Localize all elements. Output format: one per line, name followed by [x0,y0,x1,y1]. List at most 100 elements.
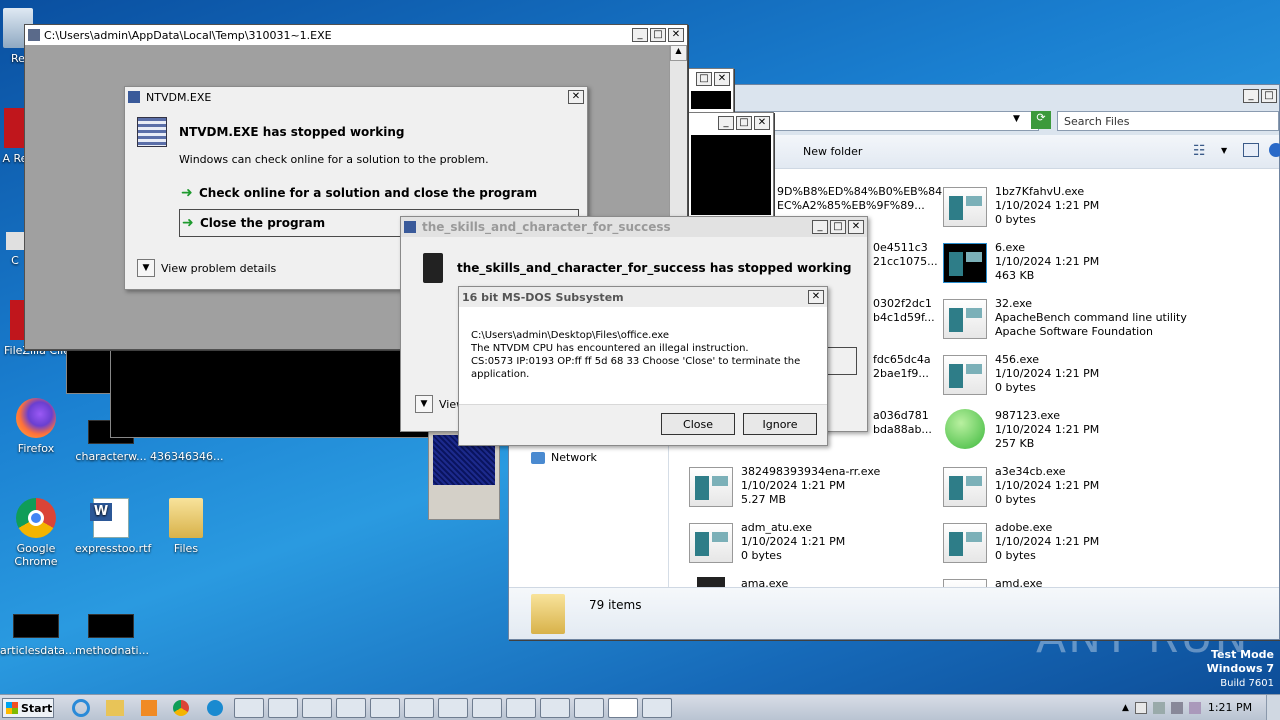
taskbar-window-button[interactable] [608,698,638,718]
file-size: 0 bytes [995,213,1036,226]
file-item[interactable]: adm_atu.exe 1/10/2024 1:21 PM 0 bytes [689,521,939,573]
file-item[interactable]: 456.exe 1/10/2024 1:21 PM 0 bytes [943,353,1193,405]
taskbar-window-button[interactable] [370,698,400,718]
desktop-icon-label: Google Chrome [14,542,58,568]
preview-pane-icon[interactable] [1243,143,1259,157]
view-problem-details-toggle[interactable]: ▼ View problem details [137,259,276,277]
file-date: 1/10/2024 1:21 PM [995,255,1100,268]
desktop-icon-files-folder[interactable]: Files [150,498,222,555]
file-item[interactable]: 382498393934ena-rr.exe 1/10/2024 1:21 PM… [689,465,939,517]
minimize-button[interactable]: _ [632,28,648,42]
exe-file-icon [943,523,987,563]
taskbar-window-button[interactable] [404,698,434,718]
file-item[interactable]: a3e34cb.exe 1/10/2024 1:21 PM 0 bytes [943,465,1193,517]
network-nav-item[interactable]: Network [531,451,597,464]
file-size: 5.27 MB [741,493,787,506]
desktop-icon-label: characterw... [75,450,147,463]
taskbar-window-button[interactable] [336,698,366,718]
network-icon [531,451,545,464]
chevron-down-icon[interactable]: ▼ [1013,114,1020,124]
maximize-button[interactable]: □ [1261,89,1277,103]
media-player-taskbar-icon[interactable] [134,698,164,718]
partial-name: b4c1d59f... [873,311,935,324]
clock[interactable]: 1:21 PM [1204,701,1256,714]
refresh-icon[interactable]: ⟳ [1031,111,1051,129]
explorer-taskbar-icon[interactable] [100,698,130,718]
message-registers: CS:0573 IP:0193 OP:ff ff 5d 68 33 Choose… [471,356,801,367]
file-date: 1/10/2024 1:21 PM [741,535,846,548]
details-pane: 79 items [509,587,1279,639]
minimize-button[interactable]: _ [1243,89,1259,103]
message-panel: C:\Users\admin\Desktop\Files\office.exe … [459,307,827,405]
volume-icon[interactable] [1170,702,1183,714]
chrome-taskbar-icon[interactable] [166,698,196,718]
taskbar-window-button[interactable] [642,698,672,718]
file-item[interactable]: adobe.exe 1/10/2024 1:21 PM 0 bytes [943,521,1193,573]
maximize-button[interactable]: □ [736,116,752,130]
show-desktop-button[interactable] [1266,695,1280,720]
close-button[interactable]: ✕ [808,290,824,304]
network-tray-icon[interactable] [1152,702,1165,714]
dialog-heading: the_skills_and_character_for_success has… [457,261,852,275]
taskbar-window-button[interactable] [302,698,332,718]
file-size: 463 KB [995,269,1035,282]
file-name: a3e34cb.exe [995,465,1066,478]
file-item[interactable]: 1bz7KfahvU.exe 1/10/2024 1:21 PM 0 bytes [943,185,1193,237]
close-button[interactable]: Close [661,413,735,435]
file-size: 0 bytes [741,549,782,562]
internet-explorer-taskbar-icon[interactable] [66,698,96,718]
chevron-down-icon[interactable]: ▼ [1221,146,1227,155]
close-button[interactable]: ✕ [668,28,684,42]
flag-icon[interactable] [1188,702,1201,714]
taskbar-window-button[interactable] [234,698,264,718]
file-item[interactable]: 987123.exe 1/10/2024 1:21 PM 257 KB [943,409,1193,461]
network-label: Network [551,451,597,464]
file-name: 32.exe [995,297,1033,310]
taskbar-window-button[interactable] [506,698,536,718]
file-description: ApacheBench command line utility [995,311,1187,324]
taskbar-window-button[interactable] [268,698,298,718]
minimize-button[interactable]: _ [812,220,828,234]
maximize-button[interactable]: □ [696,72,712,86]
check-online-option[interactable]: ➜ Check online for a solution and close … [181,185,537,201]
taskbar-window-button[interactable] [574,698,604,718]
windows-logo-icon [6,702,18,714]
program-icon [423,253,443,283]
close-button[interactable]: ✕ [754,116,770,130]
action-center-flag-icon[interactable] [1134,702,1147,714]
file-size: 257 KB [995,437,1035,450]
ignore-button[interactable]: Ignore [743,413,817,435]
taskbar-window-button[interactable] [438,698,468,718]
close-button[interactable]: ✕ [714,72,730,86]
system-tray: ▲ [1122,698,1202,718]
chevron-up-icon[interactable]: ▲ [1122,703,1129,713]
maximize-button[interactable]: □ [830,220,846,234]
chevron-down-icon: ▼ [415,395,433,413]
maximize-button[interactable]: □ [650,28,666,42]
file-item[interactable]: 32.exe ApacheBench command line utility … [943,297,1193,349]
word-document-icon: W [90,498,129,538]
start-button[interactable]: Start [2,698,54,718]
desktop-icon-436346346[interactable]: 436346346... [150,436,223,463]
new-folder-button[interactable]: New folder [803,145,862,158]
green-arrow-icon: ➜ [182,215,194,231]
view-options-icon[interactable]: ☷ [1193,143,1206,159]
minimize-button[interactable]: _ [718,116,734,130]
firefox-icon [16,398,56,438]
close-button[interactable]: ✕ [848,220,864,234]
desktop-icon-expresstoo-rtf[interactable]: W expresstoo.rtf [75,498,151,555]
help-icon[interactable] [1269,143,1280,157]
desktop-icon-methodnati[interactable]: methodnati... [75,606,149,657]
desktop-icon-chrome[interactable]: Google Chrome [0,498,72,568]
search-input[interactable]: Search Files [1057,111,1279,131]
desktop-icon-firefox[interactable]: Firefox [0,398,72,455]
desktop-icon-articlesdata[interactable]: articlesdata... [0,606,76,657]
console-app-icon [943,243,987,283]
close-button[interactable]: ✕ [568,90,584,104]
taskbar-window-button[interactable] [540,698,570,718]
edge-taskbar-icon[interactable] [200,698,230,718]
file-item[interactable]: 6.exe 1/10/2024 1:21 PM 463 KB [943,241,1193,293]
taskbar-window-button[interactable] [472,698,502,718]
scroll-up-icon[interactable]: ▲ [670,45,687,61]
desktop-icon-label: articlesdata... [0,644,76,657]
